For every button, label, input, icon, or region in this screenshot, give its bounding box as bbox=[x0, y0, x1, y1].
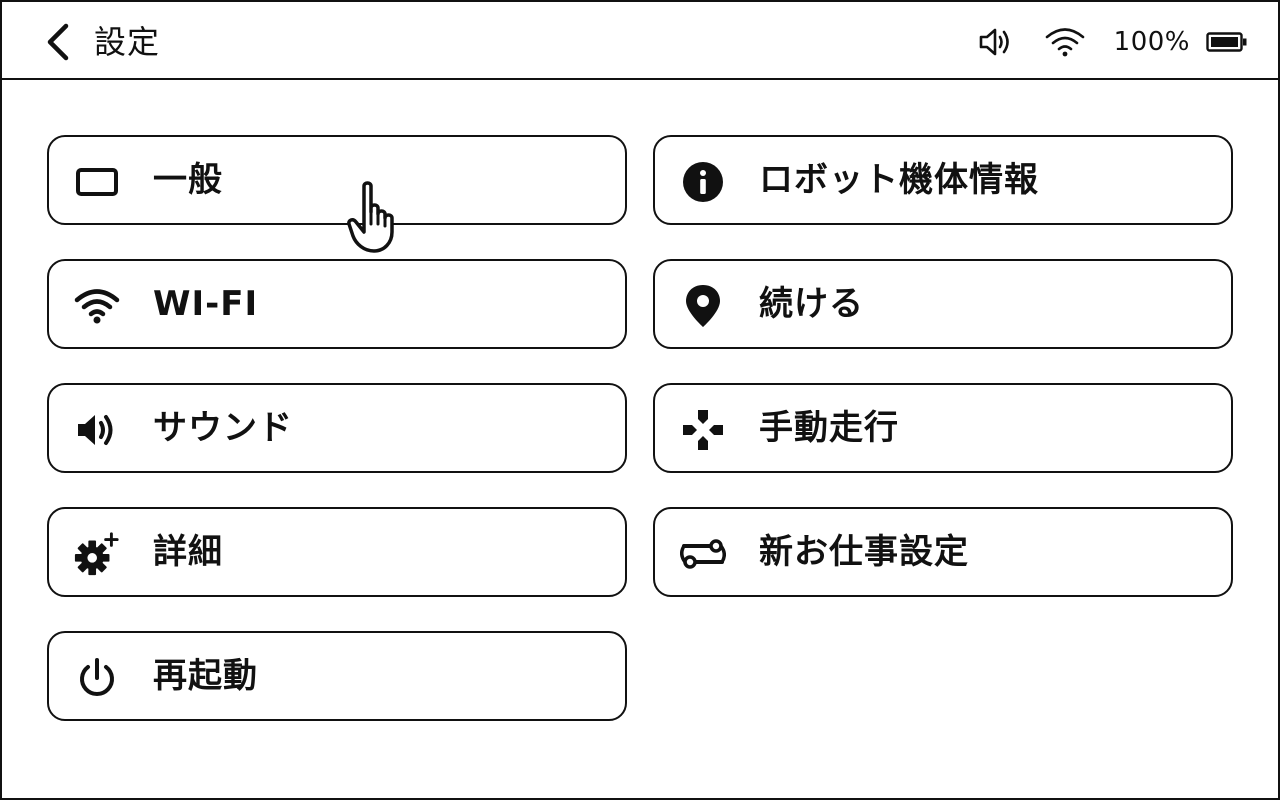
gear-plus-icon bbox=[73, 530, 121, 578]
menu-robot-info-button[interactable]: ロボット機体情報 bbox=[653, 135, 1233, 225]
settings-screen: 設定 100% 一般 WI-FI サウンド 詳細 再起動 ロボット機体情報 続け… bbox=[0, 0, 1280, 800]
battery-percent: 100% bbox=[1113, 27, 1190, 57]
menu-new-job-label: 新お仕事設定 bbox=[759, 532, 969, 572]
menu-manual-drive-button[interactable]: 手動走行 bbox=[653, 383, 1233, 473]
menu-continue-button[interactable]: 続ける bbox=[653, 259, 1233, 349]
menu-wifi-button[interactable]: WI-FI bbox=[47, 259, 627, 349]
menu-new-job-button[interactable]: 新お仕事設定 bbox=[653, 507, 1233, 597]
menu-advanced-label: 詳細 bbox=[153, 532, 223, 572]
menu-continue-label: 続ける bbox=[759, 284, 864, 324]
top-bar: 設定 100% bbox=[2, 2, 1278, 80]
menu-sound-button[interactable]: サウンド bbox=[47, 383, 627, 473]
back-button[interactable] bbox=[38, 20, 78, 64]
location-pin-icon bbox=[679, 282, 727, 330]
menu-restart-button[interactable]: 再起動 bbox=[47, 631, 627, 721]
wifi-icon bbox=[73, 282, 121, 330]
chevron-left-icon bbox=[47, 23, 69, 61]
menu-wifi-label: WI-FI bbox=[153, 284, 259, 324]
page-title: 設定 bbox=[94, 23, 161, 61]
route-icon bbox=[679, 530, 727, 578]
menu-general-label: 一般 bbox=[153, 160, 223, 200]
speaker-icon bbox=[73, 406, 121, 454]
status-bar: 100% bbox=[978, 20, 1248, 64]
info-icon bbox=[679, 158, 727, 206]
wifi-icon bbox=[1044, 26, 1086, 58]
menu-robot-info-label: ロボット機体情報 bbox=[759, 160, 1039, 200]
menu-restart-label: 再起動 bbox=[153, 656, 258, 696]
speaker-icon bbox=[978, 26, 1014, 58]
dpad-icon bbox=[679, 406, 727, 454]
menu-general-button[interactable]: 一般 bbox=[47, 135, 627, 225]
menu-sound-label: サウンド bbox=[153, 408, 293, 448]
menu-manual-drive-label: 手動走行 bbox=[759, 408, 899, 448]
power-icon bbox=[73, 654, 121, 702]
battery-full-icon bbox=[1206, 31, 1248, 53]
menu-advanced-button[interactable]: 詳細 bbox=[47, 507, 627, 597]
screen-icon bbox=[73, 158, 121, 206]
